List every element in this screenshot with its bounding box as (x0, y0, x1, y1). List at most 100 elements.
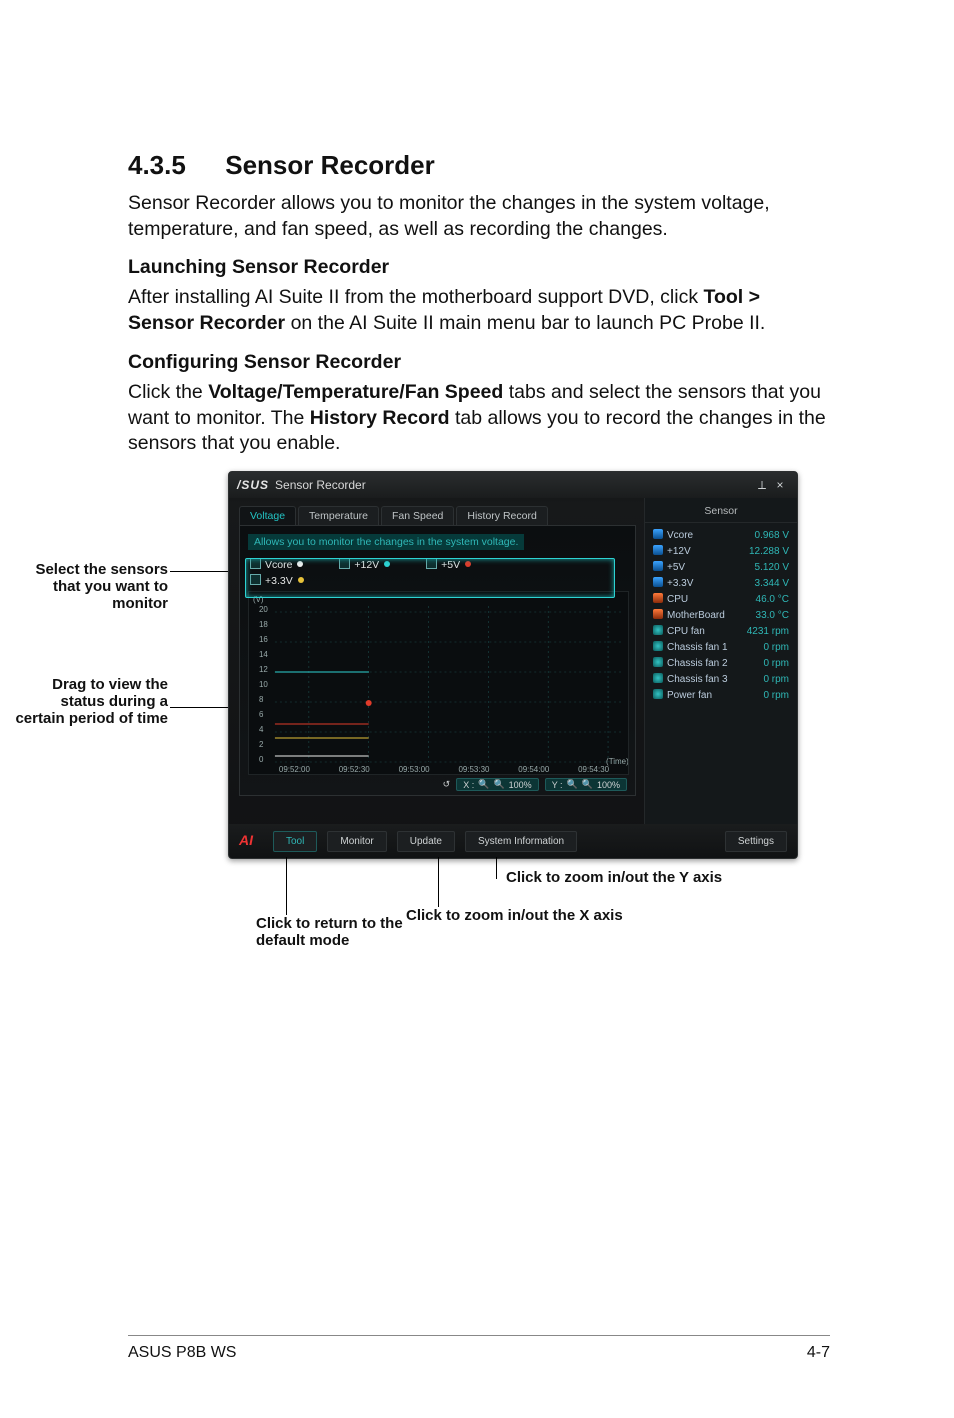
sensor-row[interactable]: +3.3V3.344 V (653, 575, 789, 591)
sensor-recorder-window: /SUS Sensor Recorder ⟂ × Voltage Tempera… (228, 471, 798, 859)
configuring-heading: Configuring Sensor Recorder (128, 351, 830, 374)
tab-voltage[interactable]: Voltage (239, 506, 296, 525)
dot-icon (465, 561, 471, 567)
sensor-value: 5.120 V (755, 562, 789, 573)
svg-text:09:54:30: 09:54:30 (578, 765, 610, 774)
asus-logo: /SUS (237, 478, 269, 492)
sensor-row[interactable]: CPU fan4231 rpm (653, 623, 789, 639)
pin-icon[interactable]: ⟂ (753, 478, 771, 493)
section-title: Sensor Recorder (225, 150, 435, 180)
titlebar[interactable]: /SUS Sensor Recorder ⟂ × (229, 472, 797, 498)
sensor-value: 33.0 °C (756, 610, 789, 621)
section-number: 4.3.5 (128, 150, 218, 181)
page-footer: ASUS P8B WS 4-7 (128, 1335, 830, 1362)
sensor-list[interactable]: Vcore0.968 V+12V12.288 V+5V5.120 V+3.3V3… (645, 523, 797, 707)
check-vcore[interactable]: Vcore (250, 558, 303, 571)
footer-right: 4-7 (807, 1344, 830, 1362)
connector-line (286, 857, 287, 915)
dot-icon (297, 561, 303, 567)
update-button[interactable]: Update (397, 831, 455, 852)
svg-text:09:52:00: 09:52:00 (279, 765, 311, 774)
sensor-name: CPU fan (653, 625, 705, 637)
close-icon[interactable]: × (771, 478, 789, 492)
tool-button[interactable]: Tool (273, 831, 317, 852)
sensor-row[interactable]: MotherBoard 33.0 °C (653, 607, 789, 623)
sensor-row[interactable]: Power fan 0 rpm (653, 687, 789, 703)
left-pane: Voltage Temperature Fan Speed History Re… (229, 498, 644, 824)
y-zoom-pct: 100% (597, 780, 620, 790)
sensor-row[interactable]: +5V 5.120 V (653, 559, 789, 575)
svg-text:16: 16 (259, 635, 268, 644)
intro-paragraph: Sensor Recorder allows you to monitor th… (128, 191, 830, 242)
sensor-row[interactable]: Chassis fan 10 rpm (653, 639, 789, 655)
zoom-out-icon[interactable]: 🔍 (493, 779, 504, 790)
fan-icon (653, 625, 663, 635)
callout-zoom-y: Click to zoom in/out the Y axis (506, 869, 722, 886)
svg-text:2: 2 (259, 740, 264, 749)
check-12v-label: +12V (354, 559, 379, 571)
sensor-row[interactable]: Chassis fan 30 rpm (653, 671, 789, 687)
sensor-value: 0 rpm (763, 674, 789, 685)
ai-suite-logo: AI (239, 832, 263, 850)
callout-zoom-x: Click to zoom in/out the X axis (406, 907, 623, 924)
label-drag-view: Drag to view the status during a certain… (8, 676, 168, 727)
sensor-value: 0 rpm (763, 690, 789, 701)
settings-button[interactable]: Settings (725, 831, 787, 852)
x-zoom-pct: 100% (509, 780, 532, 790)
voltage-plot[interactable]: (V) 20181614121086420 09:52:0009:52:3009… (248, 591, 629, 775)
svg-text:6: 6 (259, 710, 264, 719)
bottom-bar: AI Tool Monitor Update System Informatio… (229, 824, 797, 858)
sensor-value: 0 rpm (763, 642, 789, 653)
zoom-controls: ↺ X :🔍🔍100% Y :🔍🔍100% (248, 778, 627, 791)
svg-text:14: 14 (259, 650, 268, 659)
x-zoom[interactable]: X :🔍🔍100% (456, 778, 538, 791)
th-icon (653, 609, 663, 619)
svg-text:18: 18 (259, 620, 268, 629)
sensor-name: Power fan (653, 689, 712, 701)
sensor-value: 0 rpm (763, 658, 789, 669)
sensor-row[interactable]: Chassis fan 20 rpm (653, 655, 789, 671)
bolt-icon (653, 561, 663, 571)
system-info-button[interactable]: System Information (465, 831, 577, 852)
tab-fan-speed[interactable]: Fan Speed (381, 506, 454, 525)
monitor-button[interactable]: Monitor (327, 831, 386, 852)
svg-text:0: 0 (259, 755, 264, 764)
sensor-checkboxes: Vcore +12V +5V (250, 558, 627, 571)
zoom-in-icon[interactable]: 🔍 (478, 779, 489, 790)
check-3-3v[interactable]: +3.3V (250, 574, 304, 587)
check-12v[interactable]: +12V (339, 558, 390, 571)
conf-pre: Click the (128, 381, 208, 403)
conf-b1: Voltage/Temperature/Fan Speed (208, 381, 503, 403)
sensor-row[interactable]: CPU46.0 °C (653, 591, 789, 607)
sensor-name: +5V (653, 561, 685, 573)
svg-text:10: 10 (259, 680, 268, 689)
sensor-value: 0.968 V (755, 530, 789, 541)
reset-zoom-button[interactable]: ↺ (443, 779, 451, 790)
label-select-sensors: Select the sensors that you want to moni… (8, 561, 168, 612)
sensor-name: +12V (653, 545, 691, 557)
bolt-icon (653, 529, 663, 539)
y-zoom[interactable]: Y : 🔍 🔍 100% (545, 778, 627, 791)
launching-paragraph: After installing AI Suite II from the mo… (128, 285, 830, 336)
sensor-row[interactable]: Vcore0.968 V (653, 527, 789, 543)
th-icon (653, 593, 663, 603)
check-5v[interactable]: +5V (426, 558, 471, 571)
tab-temperature[interactable]: Temperature (298, 506, 379, 525)
y-zoom-label: Y : (552, 780, 563, 790)
tab-history-record[interactable]: History Record (456, 506, 547, 525)
sensor-row[interactable]: +12V12.288 V (653, 543, 789, 559)
tab-panel: Allows you to monitor the changes in the… (239, 525, 636, 796)
sensor-name: MotherBoard (653, 609, 725, 621)
sensor-checkboxes-row2: +3.3V (250, 574, 627, 587)
x-unit-label: (Time) (606, 757, 628, 766)
zoom-out-icon[interactable]: 🔍 (582, 779, 593, 790)
hint-row: Allows you to monitor the changes in the… (248, 534, 524, 550)
check-33v-label: +3.3V (265, 575, 293, 587)
y-unit-label: (V) (253, 595, 264, 604)
window-title: Sensor Recorder (275, 478, 753, 492)
check-5v-label: +5V (441, 559, 460, 571)
conf-b2: History Record (310, 407, 450, 429)
zoom-in-icon[interactable]: 🔍 (567, 779, 578, 790)
bolt-icon (653, 577, 663, 587)
sensor-name: +3.3V (653, 577, 693, 589)
